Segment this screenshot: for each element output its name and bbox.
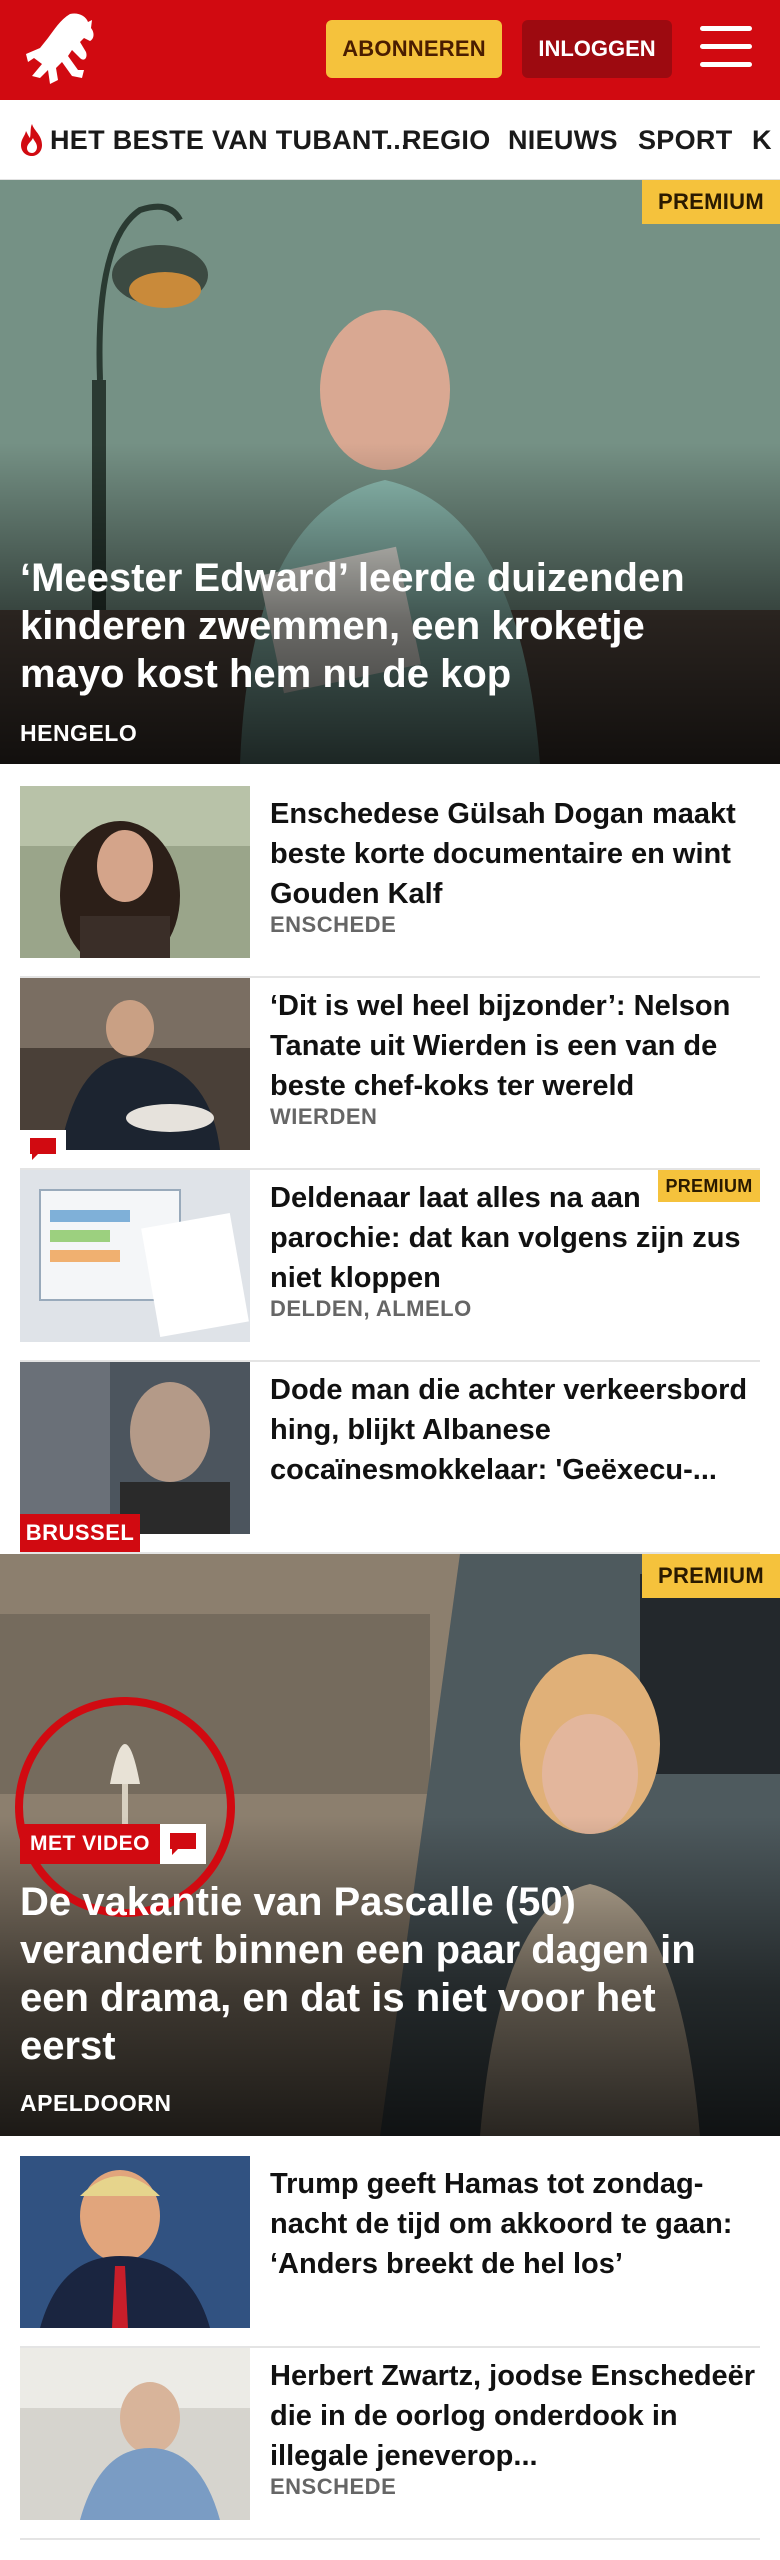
article-thumbnail <box>20 2156 250 2328</box>
list-item[interactable]: Trump geeft Hamas tot zondag­nacht de ti… <box>20 2156 760 2348</box>
premium-badge: PREMIUM <box>642 180 780 224</box>
list-item[interactable]: ‘Dit is wel heel bijzonder’: Nelson Tana… <box>20 978 760 1170</box>
menu-icon[interactable] <box>700 26 752 72</box>
hero-location: HENGELO <box>20 720 138 746</box>
article-thumbnail <box>20 978 250 1150</box>
flame-icon <box>21 124 42 156</box>
article-location: ENSCHEDE <box>270 2474 397 2499</box>
comments-icon[interactable] <box>160 1824 206 1864</box>
article-location: DELDEN, ALMELO <box>270 1296 472 1321</box>
hero-article[interactable]: PREMIUM MET VIDEO De vakantie van Pascal… <box>0 1554 780 2136</box>
article-title[interactable]: Enschedese Gülsah Dogan maakt beste kort… <box>270 794 760 914</box>
video-badge[interactable]: MET VIDEO <box>20 1824 160 1864</box>
article-thumbnail <box>20 2348 250 2520</box>
nav-item-label: HET BESTE VAN TUBANT... <box>50 124 409 155</box>
list-item[interactable]: Herbert Zwartz, joodse Enschedeër die in… <box>20 2348 760 2540</box>
nav-item-regio[interactable]: REGIO <box>402 100 491 179</box>
hero-article[interactable]: PREMIUM ‘Meester Edward’ leerde duizende… <box>0 180 780 764</box>
hero-title[interactable]: De vakantie van Pascalle (50) verandert … <box>20 1878 750 2070</box>
comments-icon[interactable] <box>20 1130 66 1168</box>
article-title[interactable]: Deldenaar laat alles na aan parochie: da… <box>270 1178 760 1298</box>
hero-title[interactable]: ‘Meester Edward’ leerde duizenden kinder… <box>20 554 750 698</box>
speech-bubble-icon <box>30 1138 56 1160</box>
login-button[interactable]: INLOGGEN <box>522 20 672 78</box>
list-item[interactable]: PREMIUM Deldenaar laat alles na aan paro… <box>20 1170 760 1362</box>
article-title[interactable]: Dode man die achter verkeers­bord hing, … <box>270 1370 760 1490</box>
article-title[interactable]: ‘Dit is wel heel bijzonder’: Nelson Tana… <box>270 986 760 1106</box>
article-thumbnail <box>20 1362 250 1534</box>
nav-item-more[interactable]: K <box>752 100 772 179</box>
top-bar: ABONNEREN INLOGGEN <box>0 0 780 100</box>
tubantia-horse-logo[interactable] <box>20 8 106 92</box>
premium-badge: PREMIUM <box>642 1554 780 1598</box>
location-badge: BRUSSEL <box>20 1514 140 1552</box>
article-thumbnail <box>20 786 250 958</box>
article-location: ENSCHEDE <box>270 912 397 937</box>
list-item[interactable]: Enschedese Gülsah Dogan maakt beste kort… <box>20 786 760 978</box>
speech-bubble-icon <box>170 1833 196 1855</box>
subscribe-button[interactable]: ABONNEREN <box>326 20 502 78</box>
nav-item-best-of[interactable]: HET BESTE VAN TUBANT... <box>18 100 409 179</box>
list-item[interactable]: BRUSSEL Dode man die achter verkeers­bor… <box>20 1362 760 1554</box>
article-title[interactable]: Trump geeft Hamas tot zondag­nacht de ti… <box>270 2164 760 2284</box>
article-thumbnail <box>20 1170 250 1342</box>
nav-item-sport[interactable]: SPORT <box>638 100 733 179</box>
article-location: WIERDEN <box>270 1104 378 1129</box>
nav-item-nieuws[interactable]: NIEUWS <box>508 100 618 179</box>
article-title[interactable]: Herbert Zwartz, joodse Enschedeër die in… <box>270 2356 760 2476</box>
hero-location: APELDOORN <box>20 2090 172 2116</box>
category-nav: HET BESTE VAN TUBANT... REGIO NIEUWS SPO… <box>0 100 780 180</box>
